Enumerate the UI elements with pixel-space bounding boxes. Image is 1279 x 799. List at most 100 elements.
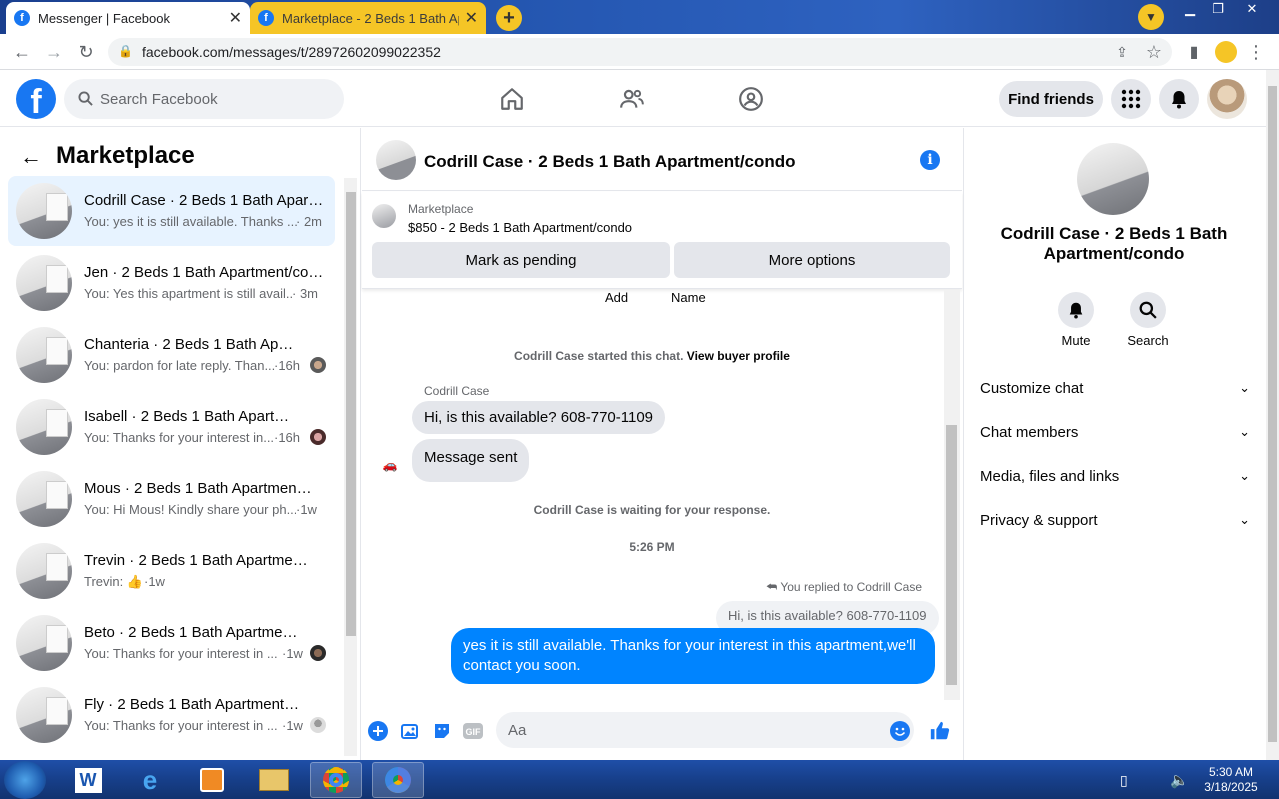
tab-messenger[interactable]: f Messenger | Facebook ✕ xyxy=(6,2,250,34)
word-icon[interactable]: W xyxy=(62,762,114,798)
start-button[interactable] xyxy=(4,761,46,799)
system-clock[interactable]: 5:30 AM 3/18/2025 xyxy=(1200,765,1262,795)
listing-thumbnail xyxy=(16,471,72,527)
listing-icon xyxy=(372,204,396,228)
home-icon[interactable] xyxy=(497,84,527,114)
facebook-favicon-icon: f xyxy=(14,10,30,26)
conversation-snippet: You: Thanks for your interest in... xyxy=(84,430,274,445)
chat-avatar[interactable] xyxy=(376,140,416,180)
reload-icon[interactable]: ↻ xyxy=(74,40,98,64)
listing-thumbnail xyxy=(16,615,72,671)
chevron-down-icon: ⌄ xyxy=(1239,512,1250,527)
mute-bell-icon[interactable] xyxy=(1058,292,1094,328)
listing-price[interactable]: $850 - 2 Beds 1 Bath Apartment/condo xyxy=(408,220,632,235)
facebook-search-input[interactable]: Search Facebook xyxy=(64,79,344,119)
message-thread: Add Name Codrill Case started this chat.… xyxy=(362,290,942,700)
close-tab-icon[interactable]: ✕ xyxy=(465,8,478,28)
mark-as-pending-button[interactable]: Mark as pending xyxy=(372,242,670,278)
thread-scroll-thumb[interactable] xyxy=(946,425,957,685)
customize-chat-section[interactable]: Customize chat ⌄ xyxy=(980,380,1250,397)
chat-members-section[interactable]: Chat members ⌄ xyxy=(980,424,1250,441)
lock-icon[interactable]: 🔒 xyxy=(118,44,133,58)
side-panel-icon[interactable]: ▮ xyxy=(1182,40,1206,64)
add-plus-icon[interactable] xyxy=(368,721,388,741)
svg-text:GIF: GIF xyxy=(466,727,482,737)
more-options-button[interactable]: More options xyxy=(674,242,950,278)
chevron-down-icon: ⌄ xyxy=(1239,468,1250,483)
conversation-item[interactable]: Isabell · 2 Beds 1 Bath Apartment/condo … xyxy=(8,392,335,462)
internet-explorer-icon[interactable]: e xyxy=(124,762,176,798)
conversation-item[interactable]: Codrill Case · 2 Beds 1 Bath Apartment/c… xyxy=(8,176,335,246)
conversation-item[interactable]: Beto · 2 Beds 1 Bath Apartment/condo You… xyxy=(8,608,335,678)
url-field[interactable]: facebook.com/messages/t/2897260209902235… xyxy=(108,38,1172,66)
account-avatar[interactable] xyxy=(1207,79,1247,119)
conversation-snippet: You: Thanks for your interest in ... xyxy=(84,718,278,733)
conversation-time: ·1w xyxy=(282,646,303,661)
outgoing-message[interactable]: yes it is still available. Thanks for yo… xyxy=(451,628,935,684)
conversation-item[interactable]: Fly · 2 Beds 1 Bath Apartment/condo You:… xyxy=(8,680,335,750)
incoming-message[interactable]: Hi, is this available? 608-770-1109 xyxy=(412,401,666,434)
close-tab-icon[interactable]: ✕ xyxy=(229,8,242,28)
media-player-icon[interactable] xyxy=(186,762,238,798)
file-explorer-icon[interactable] xyxy=(248,762,300,798)
chrome-icon[interactable] xyxy=(310,762,362,798)
conversation-snippet: You: Yes this apartment is still avail..… xyxy=(84,286,292,301)
back-arrow-icon[interactable]: ← xyxy=(20,144,42,170)
back-icon[interactable]: ← xyxy=(10,40,34,64)
conversation-snippet: You: Thanks for your interest in ... xyxy=(84,646,278,661)
view-buyer-profile-link[interactable]: View buyer profile xyxy=(687,349,790,363)
conversation-name: Beto · 2 Beds 1 Bath Apartment/condo xyxy=(84,624,300,641)
bookmark-star-icon[interactable]: ☆ xyxy=(1142,40,1166,64)
sticker-icon[interactable] xyxy=(432,721,452,741)
media-files-links-section[interactable]: Media, files and links ⌄ xyxy=(980,468,1250,485)
conversation-item[interactable]: Chanteria · 2 Beds 1 Bath Apartment/cond… xyxy=(8,320,335,390)
listing-thumbnail xyxy=(16,543,72,599)
menu-kebab-icon[interactable]: ⋮ xyxy=(1244,40,1268,64)
url-text: facebook.com/messages/t/2897260209902235… xyxy=(142,44,441,60)
listing-source: Marketplace xyxy=(408,202,474,216)
menu-grid-icon[interactable] xyxy=(1111,79,1151,119)
listing-thumbnail xyxy=(16,399,72,455)
photo-icon[interactable] xyxy=(400,721,420,741)
notifications-bell-icon[interactable] xyxy=(1159,79,1199,119)
info-icon[interactable]: i xyxy=(920,150,940,170)
page-scroll-thumb[interactable] xyxy=(1268,86,1277,742)
marketplace-title: Marketplace xyxy=(56,142,195,169)
tab-search-chevron-icon[interactable]: ▼ xyxy=(1138,4,1164,30)
groups-icon[interactable] xyxy=(736,84,766,114)
friends-icon[interactable] xyxy=(617,84,647,114)
profile-icon[interactable] xyxy=(1214,40,1238,64)
new-tab-button[interactable]: + xyxy=(496,5,522,31)
find-friends-button[interactable]: Find friends xyxy=(999,81,1103,117)
windows-taskbar: W e ▯ 🔈 5:30 AM 3/18/2025 xyxy=(0,760,1279,799)
window-close-icon[interactable]: ✕ xyxy=(1232,0,1272,18)
section-label: Media, files and links xyxy=(980,468,1120,485)
name-label[interactable]: Name xyxy=(671,290,706,305)
maximize-icon[interactable]: ❐ xyxy=(1204,0,1232,18)
facebook-header: f Search Facebook Find friends xyxy=(0,70,1266,127)
privacy-support-section[interactable]: Privacy & support ⌄ xyxy=(980,512,1250,529)
search-icon[interactable] xyxy=(1130,292,1166,328)
emoji-icon[interactable] xyxy=(890,721,910,741)
gif-icon[interactable]: GIF xyxy=(462,721,484,741)
minimize-icon[interactable]: ▁ xyxy=(1176,0,1204,18)
power-icon[interactable]: ▯ xyxy=(1120,772,1128,789)
tab-marketplace[interactable]: f Marketplace - 2 Beds 1 Bath Apa ✕ xyxy=(250,2,486,34)
conversation-time: · 3m xyxy=(292,286,318,301)
add-label[interactable]: Add xyxy=(605,290,628,305)
chrome-icon[interactable] xyxy=(372,762,424,798)
conversation-item[interactable]: Jen · 2 Beds 1 Bath Apartment/condo You:… xyxy=(8,248,335,318)
message-input[interactable]: Aa xyxy=(496,712,914,748)
incoming-message[interactable]: Message sent xyxy=(412,439,530,482)
contact-avatar[interactable] xyxy=(1077,143,1149,215)
read-receipt-avatar xyxy=(310,645,326,661)
conversation-item[interactable]: Mous · 2 Beds 1 Bath Apartment/condo You… xyxy=(8,464,335,534)
chat-list-scroll-thumb[interactable] xyxy=(346,192,356,636)
volume-icon[interactable]: 🔈 xyxy=(1170,771,1189,789)
conversation-item[interactable]: Trevin · 2 Beds 1 Bath Apartment/condo T… xyxy=(8,536,335,606)
thumbs-up-icon[interactable] xyxy=(928,721,952,741)
chat-title[interactable]: Codrill Case · 2 Beds 1 Bath Apartment/c… xyxy=(424,152,796,172)
facebook-logo-icon[interactable]: f xyxy=(16,79,56,119)
forward-icon[interactable]: → xyxy=(42,40,66,64)
share-icon[interactable]: ⇪ xyxy=(1110,40,1134,64)
